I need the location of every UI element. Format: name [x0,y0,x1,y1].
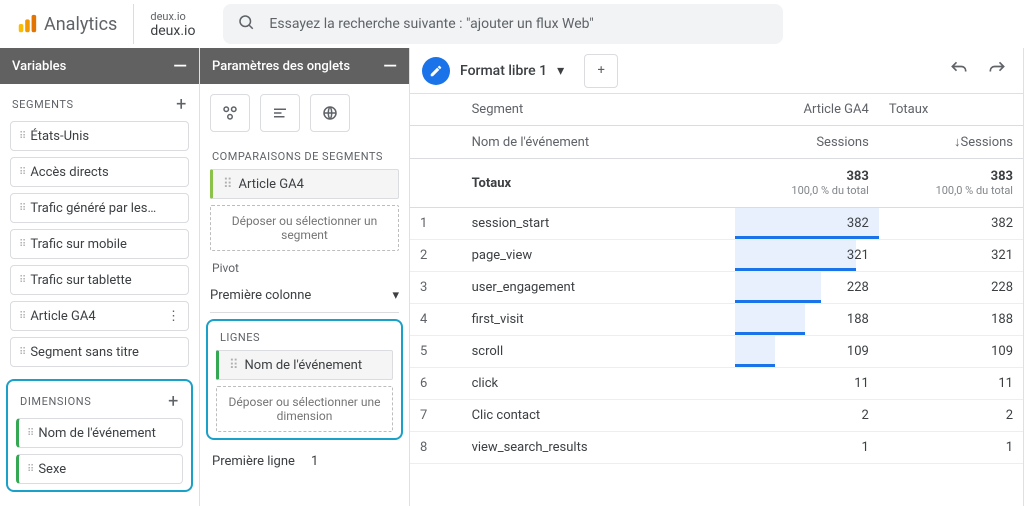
col-metric[interactable]: Sessions [735,126,879,159]
segment-chip[interactable]: ⠿Article GA4⋮ [10,301,189,331]
add-tab-button[interactable]: + [584,54,618,88]
lines-label: LIGNES [212,327,397,350]
dimensions-section-title: DIMENSIONS + [12,387,187,418]
search-icon [237,13,255,35]
add-segment-button[interactable]: + [176,94,187,115]
drop-dimension-zone[interactable]: Déposer ou sélectionner une dimension [216,386,393,432]
viz-bar-button[interactable] [260,94,300,132]
search-input[interactable] [269,16,769,32]
segment-chip[interactable]: ⠿Trafic généré par les… [10,193,189,223]
exploration-canvas: Format libre 1 ▾ + Segment Article GA4 T… [410,48,1024,506]
table-row[interactable]: 4first_visit188188 [410,304,1023,336]
property-account: deux.io [150,10,195,23]
compare-segment-pill[interactable]: ⠿Article GA4 [210,169,399,199]
segment-chip[interactable]: ⠿États-Unis [10,121,189,151]
edit-tab-icon[interactable] [422,57,450,85]
segment-chip[interactable]: ⠿Trafic sur tablette [10,265,189,295]
product-name: Analytics [44,14,117,35]
col-segment-label: Segment [462,94,735,126]
chevron-down-icon: ▾ [392,288,399,303]
table-row[interactable]: 2page_view321321 [410,240,1023,272]
dimensions-highlight-box: DIMENSIONS + ⠿Nom de l'événement ⠿Sexe [6,379,193,492]
tab-bar: Format libre 1 ▾ + [410,48,1023,94]
tab-settings-header: Paramètres des onglets — [200,48,409,84]
top-bar: Analytics deux.io deux.io [0,0,1024,48]
segment-chip[interactable]: ⠿Trafic sur mobile [10,229,189,259]
compare-label: COMPARAISONS DE SEGMENTS [200,142,409,169]
search-bar[interactable] [223,4,783,44]
first-line-row: Première ligne 1 [200,446,409,477]
first-line-label: Première ligne [212,454,295,469]
col-segment-value: Article GA4 [735,94,879,126]
chevron-down-icon[interactable]: ▾ [557,63,564,79]
undo-button[interactable] [945,55,973,87]
property-name: deux.io [150,23,195,39]
table-row[interactable]: 5scroll109109 [410,336,1023,368]
workspace: Variables — SEGMENTS + ⠿États-Unis ⠿Accè… [0,48,1024,506]
table-row[interactable]: 3user_engagement228228 [410,272,1023,304]
segment-more-icon[interactable]: ⋮ [167,309,180,324]
drop-segment-zone[interactable]: Déposer ou sélectionner un segment [210,205,399,251]
dimension-chip[interactable]: ⠿Sexe [16,454,183,484]
variables-header: Variables — [0,48,199,84]
first-line-value[interactable]: 1 [311,454,318,469]
segments-list: ⠿États-Unis ⠿Accès directs ⠿Trafic génér… [0,121,199,373]
pivot-select[interactable]: Première colonne ▾ [210,279,399,313]
table-row[interactable]: 7Clic contact22 [410,400,1023,432]
variables-panel: Variables — SEGMENTS + ⠿États-Unis ⠿Accè… [0,48,200,506]
segment-chip[interactable]: ⠿Segment sans titre [10,337,189,367]
tab-settings-title: Paramètres des onglets [212,59,350,74]
table-row[interactable]: 8view_search_results11 [410,432,1023,464]
property-selector[interactable]: deux.io deux.io [133,4,211,44]
col-sort-metric[interactable]: ↓Sessions [879,126,1023,159]
collapse-tab-settings-button[interactable]: — [383,56,397,77]
table-row[interactable]: 1session_start382382 [410,208,1023,240]
collapse-variables-button[interactable]: — [173,56,187,77]
viz-type-bar [200,84,409,142]
lines-dimension-pill[interactable]: ⠿Nom de l'événement [216,350,393,380]
viz-geo-button[interactable] [310,94,350,132]
col-totals: Totaux [879,94,1023,126]
lines-highlight-box: LIGNES ⠿Nom de l'événement Déposer ou sé… [206,319,403,440]
variables-title: Variables [12,59,66,74]
totals-row: Totaux 383100,0 % du total 383100,0 % du… [410,159,1023,208]
dimension-chip[interactable]: ⠿Nom de l'événement [16,418,183,448]
analytics-icon [16,13,38,35]
table-row[interactable]: 6click1111 [410,368,1023,400]
active-tab[interactable]: Format libre 1 ▾ [460,63,564,79]
pivot-label: Pivot [200,251,409,279]
tab-settings-panel: Paramètres des onglets — COMPARAISONS DE… [200,48,410,506]
product-logo[interactable]: Analytics [8,13,125,35]
segment-chip[interactable]: ⠿Accès directs [10,157,189,187]
add-dimension-button[interactable]: + [168,391,179,412]
col-dimension[interactable]: Nom de l'événement [462,126,735,159]
viz-free-form-button[interactable] [210,94,250,132]
segments-section-title: SEGMENTS + [0,84,199,121]
data-table: Segment Article GA4 Totaux Nom de l'évén… [410,94,1023,464]
redo-button[interactable] [983,55,1011,87]
